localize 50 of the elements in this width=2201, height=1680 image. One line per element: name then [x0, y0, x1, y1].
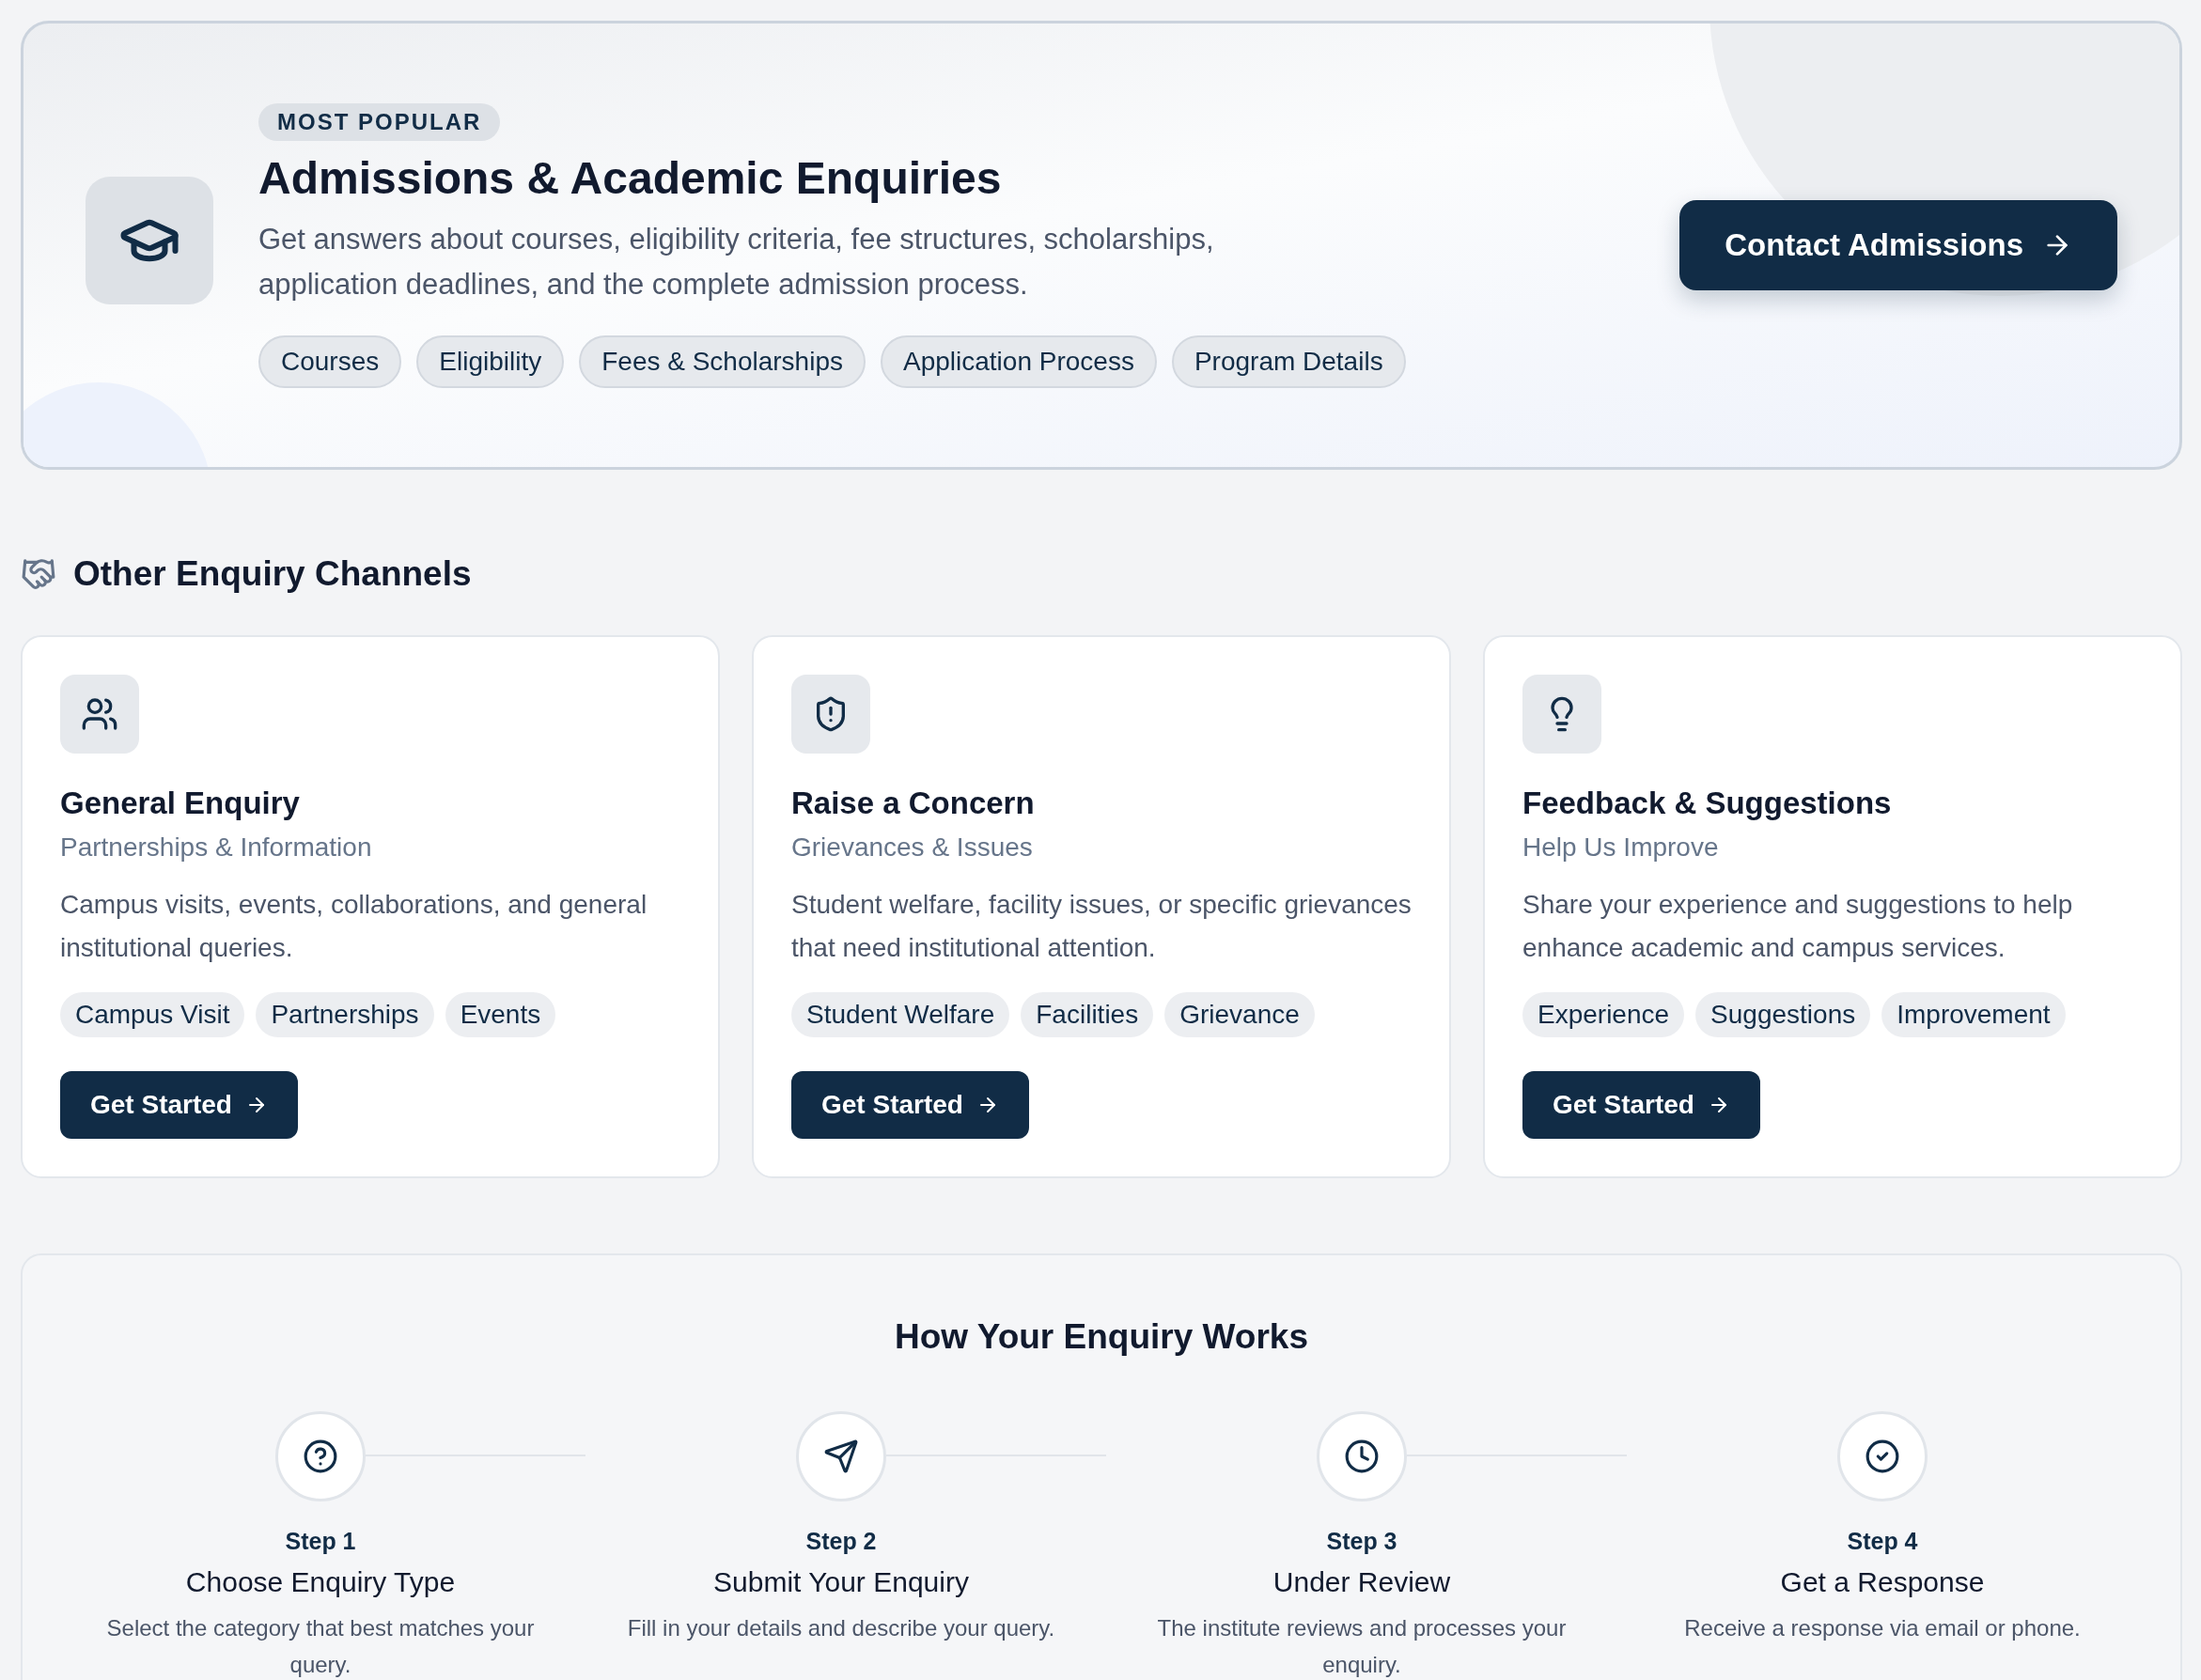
process-title: How Your Enquiry Works: [894, 1317, 1309, 1357]
paper-plane-icon: [823, 1439, 859, 1474]
topic-tag: Courses: [258, 334, 402, 388]
topic-tag: Improvement: [1881, 992, 2066, 1037]
card-title: General Enquiry: [60, 786, 300, 821]
hero-description: Get answers about courses, eligibility criteria, fee structures, scholarships, application deadlines, and the complete admission process.: [258, 221, 1215, 303]
step-number: Step 2: [805, 1528, 877, 1555]
step-description: Receive a response via email or phone.: [1684, 1614, 2081, 1642]
section-title: Other Enquiry Channels: [73, 554, 472, 594]
card-subtitle: Partnerships & Information: [60, 832, 372, 863]
card-description: Share your experience and suggestions to help enhance academic and campus services.: [1522, 889, 2074, 964]
people-icon: [81, 695, 118, 733]
card-title: Raise a Concern: [791, 786, 1035, 821]
topic-tag: Experience: [1522, 992, 1685, 1037]
topic-tag: Partnerships: [256, 992, 434, 1037]
clock-icon: [1344, 1439, 1380, 1474]
card-description: Campus visits, events, collaborations, and general institutional queries.: [60, 889, 648, 964]
handshake-icon: [21, 556, 56, 592]
check-circle-icon: [1865, 1439, 1900, 1474]
topic-tag: Events: [445, 992, 556, 1037]
get-started-button[interactable]: Get Started: [791, 1071, 1029, 1139]
step-description: Select the category that best matches your query.: [105, 1614, 536, 1679]
topic-tag: Eligibility: [416, 334, 565, 388]
card-subtitle: Help Us Improve: [1522, 832, 1719, 863]
topic-tag: Campus Visit: [60, 992, 245, 1037]
question-circle-icon: [303, 1439, 338, 1474]
step-description: Fill in your details and describe your query.: [627, 1614, 1055, 1642]
topic-tag: Suggestions: [1695, 992, 1871, 1037]
topic-tag: Student Welfare: [791, 992, 1010, 1037]
card-description: Student welfare, facility issues, or specific grievances that need institutional attention.: [791, 889, 1412, 964]
topic-tag: Grievance: [1164, 992, 1315, 1037]
step-number: Step 3: [1326, 1528, 1397, 1555]
step-description: The institute reviews and processes your enquiry.: [1156, 1614, 1568, 1679]
popular-badge: MOST POPULAR: [258, 102, 501, 141]
step-number: Step 4: [1847, 1528, 1918, 1555]
get-started-button[interactable]: Get Started: [1522, 1071, 1760, 1139]
card-subtitle: Grievances & Issues: [791, 832, 1033, 863]
topic-tag: Application Process: [881, 334, 1157, 388]
get-started-button[interactable]: Get Started: [60, 1071, 298, 1139]
step-number: Step 1: [285, 1528, 356, 1555]
step-title: Get a Response: [1780, 1566, 1985, 1598]
contact-admissions-button[interactable]: Contact Admissions: [1679, 200, 2117, 290]
step-title: Choose Enquiry Type: [185, 1566, 456, 1598]
topic-tag: Facilities: [1021, 992, 1154, 1037]
topic-tag: Program Details: [1171, 334, 1406, 388]
hero-title: Admissions & Academic Enquiries: [258, 151, 1002, 204]
step-title: Under Review: [1272, 1566, 1451, 1598]
topic-tag: Fees & Scholarships: [579, 334, 866, 388]
card-title: Feedback & Suggestions: [1522, 786, 1892, 821]
step-title: Submit Your Enquiry: [713, 1566, 969, 1598]
